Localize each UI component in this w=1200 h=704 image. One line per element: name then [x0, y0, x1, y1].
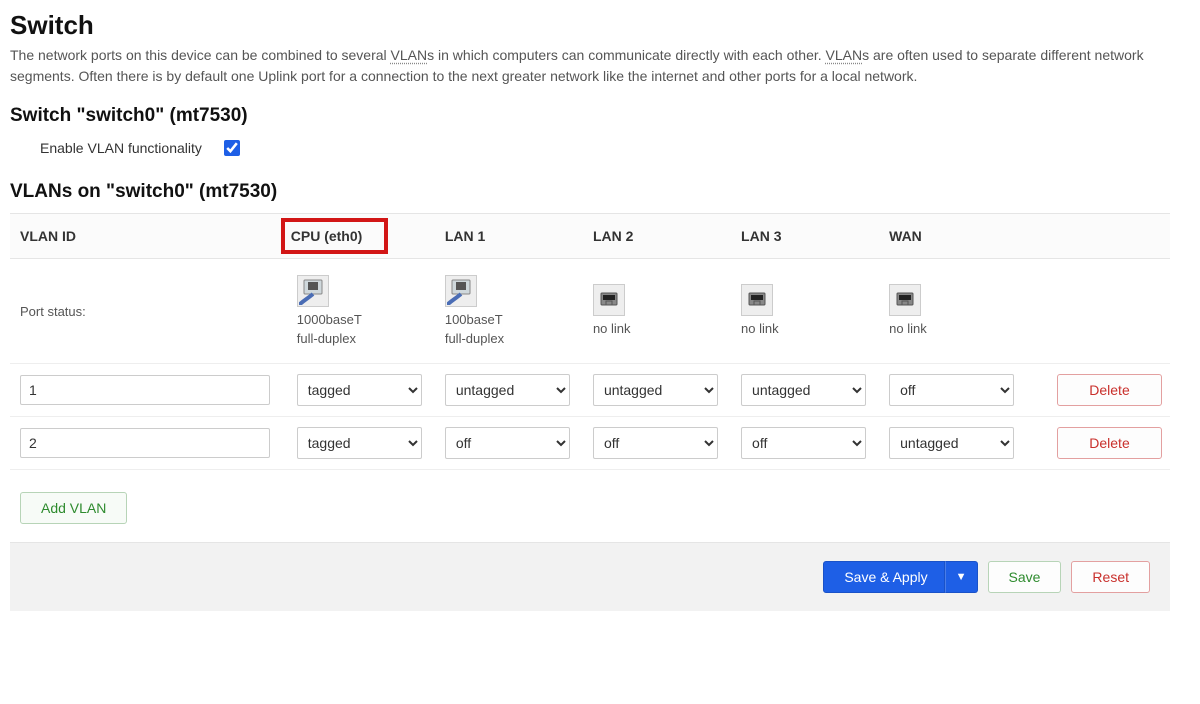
port-status-row: Port status: 1000baseT full-duplex: [10, 259, 1170, 364]
col-lan1: LAN 1: [435, 214, 583, 259]
vlan-lan2-select[interactable]: taggeduntaggedoff: [593, 374, 718, 406]
port-status-label: Port status:: [10, 259, 287, 364]
enable-vlan-label: Enable VLAN functionality: [40, 140, 202, 156]
vlan-wan-select[interactable]: taggeduntaggedoff: [889, 374, 1014, 406]
col-wan: WAN: [879, 214, 1027, 259]
vlan-lan1-select[interactable]: taggeduntaggedoff: [445, 427, 570, 459]
vlan-row: taggeduntaggedoff taggeduntaggedoff tagged…: [10, 363, 1170, 416]
col-lan2: LAN 2: [583, 214, 731, 259]
vlans-section-heading: VLANs on "switch0" (mt7530): [10, 181, 1190, 203]
status-lan2-line1: no link: [593, 320, 723, 339]
col-vlan-id: VLAN ID: [10, 214, 287, 259]
col-cpu-label: CPU (eth0): [291, 228, 363, 244]
rj45-cable-icon: [445, 275, 477, 307]
save-apply-button[interactable]: Save & Apply: [823, 561, 944, 593]
status-lan3-line1: no link: [741, 320, 871, 339]
vlan-cpu-select[interactable]: taggeduntaggedoff: [297, 427, 422, 459]
page-actions-footer: Save & Apply Save Reset: [10, 542, 1170, 611]
vlan-lan3-select[interactable]: taggeduntaggedoff: [741, 427, 866, 459]
rj45-empty-icon: [593, 284, 625, 316]
desc-part1: s in which computers can communicate dir…: [427, 47, 825, 63]
vlan-lan3-select[interactable]: taggeduntaggedoff: [741, 374, 866, 406]
rj45-cable-icon: [297, 275, 329, 307]
cpu-header-highlight: CPU (eth0): [281, 218, 389, 254]
save-button[interactable]: Save: [988, 561, 1062, 593]
vlan-row: taggeduntaggedoff taggeduntaggedoff tagged…: [10, 416, 1170, 469]
status-lan1-line1: 100baseT: [445, 311, 575, 330]
status-cpu-line1: 1000baseT: [297, 311, 427, 330]
vlan-lan2-select[interactable]: taggeduntaggedoff: [593, 427, 718, 459]
vlan-table: VLAN ID CPU (eth0) LAN 1 LAN 2 LAN 3 WAN…: [10, 213, 1170, 470]
col-cpu: CPU (eth0): [287, 214, 435, 259]
enable-vlan-checkbox[interactable]: [224, 140, 240, 156]
desc-part0: The network ports on this device can be …: [10, 47, 391, 63]
col-lan3: LAN 3: [731, 214, 879, 259]
abbr-vlan-2: VLAN: [826, 47, 863, 63]
vlan-lan1-select[interactable]: taggeduntaggedoff: [445, 374, 570, 406]
vlan-id-input[interactable]: [20, 428, 270, 458]
rj45-empty-icon: [741, 284, 773, 316]
status-cpu-line2: full-duplex: [297, 330, 427, 349]
add-vlan-button[interactable]: Add VLAN: [20, 492, 127, 524]
status-lan1-line2: full-duplex: [445, 330, 575, 349]
status-wan-line1: no link: [889, 320, 1019, 339]
delete-vlan-button[interactable]: Delete: [1057, 427, 1162, 459]
save-apply-dropdown-button[interactable]: [945, 561, 978, 593]
abbr-vlan-1: VLAN: [391, 47, 428, 63]
vlan-wan-select[interactable]: taggeduntaggedoff: [889, 427, 1014, 459]
delete-vlan-button[interactable]: Delete: [1057, 374, 1162, 406]
vlan-id-input[interactable]: [20, 375, 270, 405]
vlan-cpu-select[interactable]: taggeduntaggedoff: [297, 374, 422, 406]
page-title: Switch: [10, 10, 1190, 41]
reset-button[interactable]: Reset: [1071, 561, 1150, 593]
rj45-empty-icon: [889, 284, 921, 316]
page-description: The network ports on this device can be …: [10, 45, 1160, 87]
switch-section-heading: Switch "switch0" (mt7530): [10, 105, 1190, 127]
